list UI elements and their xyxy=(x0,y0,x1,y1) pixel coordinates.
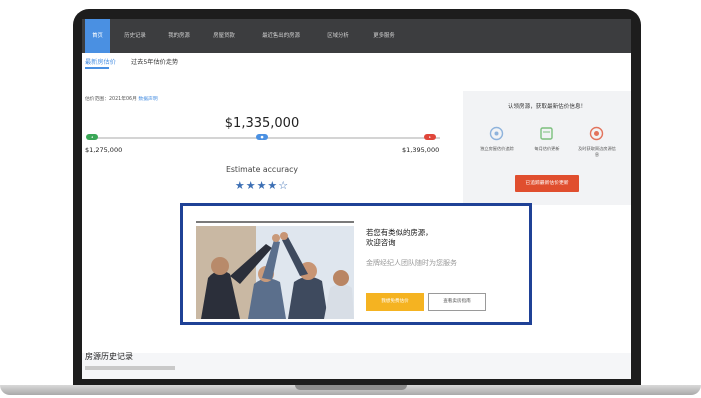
calendar-icon xyxy=(539,126,554,141)
screen: 首页 历史记录 我的房源 房屋贷款 最近售出的房源 区域分析 更多服务 最新房估… xyxy=(82,19,631,379)
promo-title: 若您有类似的房源， 欢迎咨询 xyxy=(366,228,516,248)
feature-text: 独立房屋估价追踪 xyxy=(480,146,514,151)
promo-banner: 若您有类似的房源， 欢迎咨询 金牌经纪人团队随时为您服务 我想免费估价 查看卖房… xyxy=(180,203,532,325)
subscribe-card: 认领房源，获取最新估价信息！ 独立房屋估价追踪 每月估价更新 及时获取周边房源信… xyxy=(463,91,631,205)
promo-subtitle: 金牌经纪人团队随时为您服务 xyxy=(366,259,457,267)
tab-five-year-trend[interactable]: 过去5年估价走势 xyxy=(131,57,178,66)
top-navbar: 首页 历史记录 我的房源 房屋贷款 最近售出的房源 区域分析 更多服务 xyxy=(82,19,631,53)
laptop-notch xyxy=(295,385,407,390)
disclaimer-link[interactable]: 数据声明 xyxy=(138,97,157,102)
alert-icon xyxy=(589,126,604,141)
subscribe-button[interactable]: 已追踪最新估价更新 xyxy=(515,175,579,192)
accuracy-label: Estimate accuracy xyxy=(225,165,299,174)
feature-text: 及时获取周边房源信息 xyxy=(578,146,616,157)
estimate-price: $1,335,000 xyxy=(224,116,300,131)
history-title: 房源历史记录 xyxy=(85,352,133,361)
promo-title-line2: 欢迎咨询 xyxy=(366,238,396,247)
tab-latest-estimate[interactable]: 最新房估价 xyxy=(85,57,116,66)
promo-divider xyxy=(196,221,354,223)
nav-tab-recently-sold[interactable]: 最近售出的房源 xyxy=(250,19,312,53)
nav-tab-my-listings[interactable]: 我的房源 xyxy=(159,19,199,53)
feature-text: 每月估价更新 xyxy=(534,146,560,151)
team-high-five-photo xyxy=(196,226,354,319)
estimate-date: 估价范围：2021年06月 数据声明 xyxy=(85,95,158,102)
accuracy-stars: ★★★★☆ xyxy=(234,179,290,192)
estimate-marker-icon: ● xyxy=(256,134,268,140)
low-marker-icon: ◂ xyxy=(86,134,98,140)
low-price: $1,275,000 xyxy=(85,146,123,154)
high-price: $1,395,000 xyxy=(402,146,440,154)
active-tab-underline xyxy=(85,67,109,69)
high-marker-icon: ▸ xyxy=(424,134,436,140)
nav-tab-more-services[interactable]: 更多服务 xyxy=(364,19,404,53)
nav-tab-history[interactable]: 历史记录 xyxy=(115,19,155,53)
nav-tab-home[interactable]: 首页 xyxy=(85,19,110,53)
free-estimate-button[interactable]: 我想免费估价 xyxy=(366,293,424,311)
seller-guide-button[interactable]: 查看卖房指南 xyxy=(428,293,486,311)
track-icon xyxy=(489,126,504,141)
subscribe-title: 认领房源，获取最新估价信息！ xyxy=(507,104,587,110)
nav-tab-mortgage[interactable]: 房屋贷款 xyxy=(204,19,244,53)
promo-title-line1: 若您有类似的房源， xyxy=(366,228,433,237)
nav-tab-area-analysis[interactable]: 区域分析 xyxy=(318,19,358,53)
history-subtitle-placeholder xyxy=(85,366,175,370)
estimate-date-text: 估价范围：2021年06月 xyxy=(85,97,137,102)
